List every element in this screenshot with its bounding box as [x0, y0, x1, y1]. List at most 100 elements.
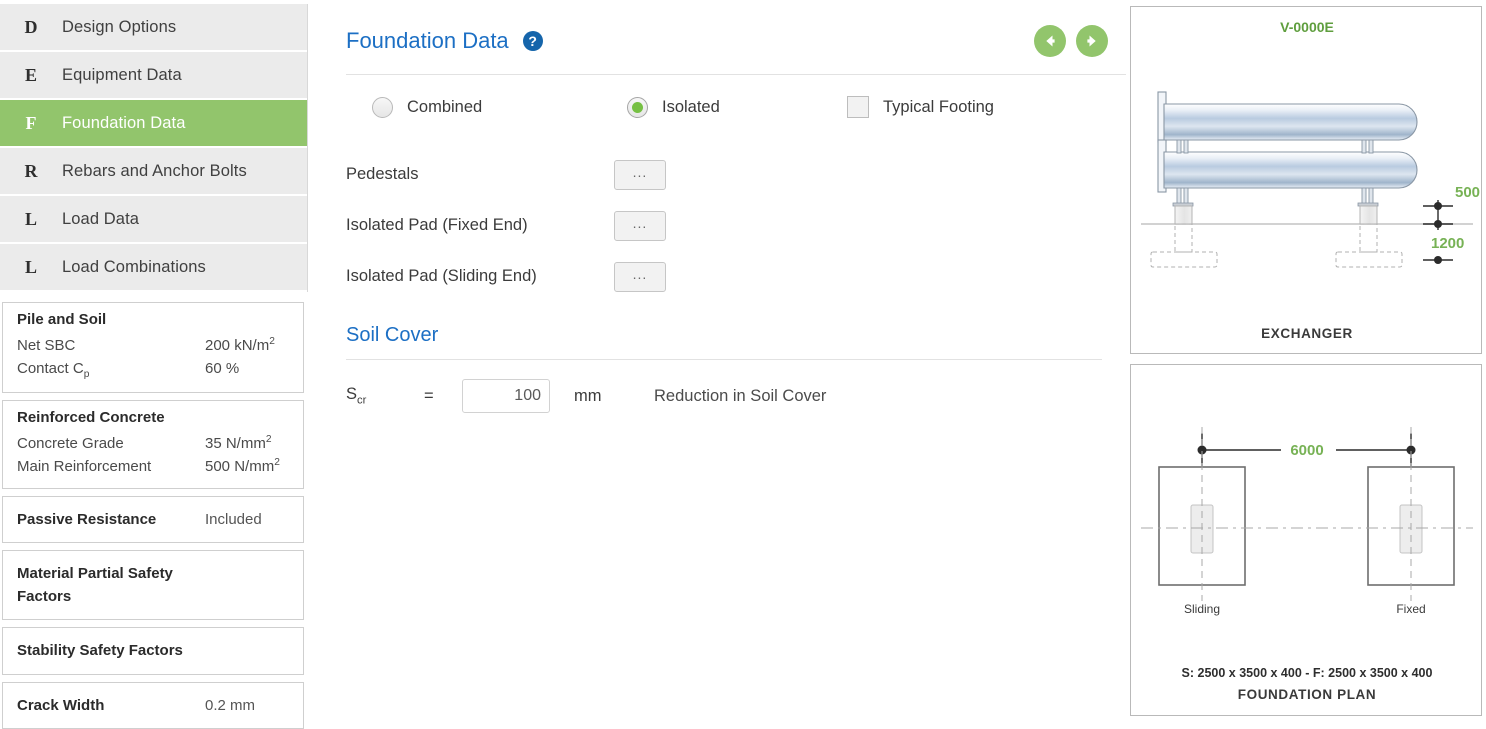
pad-label-fixed: Fixed — [1396, 602, 1425, 616]
diagram-column: V-0000E 500 1200 EXCHANGER 6000 Sliding … — [1130, 0, 1486, 723]
elevation-caption: EXCHANGER — [1261, 326, 1353, 341]
card-row: Stability Safety Factors — [17, 639, 289, 662]
radio-isolated[interactable]: Isolated — [627, 96, 847, 118]
foundation-type-options: Combined Isolated Typical Footing — [346, 75, 1126, 139]
unit-exponent: 2 — [269, 336, 275, 347]
card-title: Reinforced Concrete — [17, 409, 165, 427]
sidebar-item-rebars-and-anchor-bolts[interactable]: R Rebars and Anchor Bolts — [0, 148, 307, 196]
checkbox-square-icon — [847, 96, 869, 118]
card-row: Passive Resistance Included — [17, 508, 289, 531]
sidebar-item-design-options[interactable]: D Design Options — [0, 4, 307, 52]
sidebar-item-label: Foundation Data — [62, 113, 186, 132]
card-row-key: Material Partial Safety Factors — [17, 564, 173, 606]
card-row: Crack Width 0.2 mm — [17, 694, 289, 717]
sidebar-item-key: E — [24, 64, 37, 85]
symbol-subscript: cr — [357, 394, 367, 407]
sidebar-nav-list: D Design Options E Equipment Data F Foun… — [0, 4, 308, 292]
radio-circle-selected-icon — [627, 96, 648, 118]
card-row-key: Passive Resistance — [17, 510, 157, 528]
page-header: Foundation Data ? — [346, 0, 1126, 75]
card-row: Contact Cp 60 % — [17, 357, 289, 383]
sidebar-item-key: L — [24, 208, 37, 229]
sidebar-item-label: Equipment Data — [62, 65, 182, 84]
card-row-key: Main Reinforcement — [17, 458, 152, 476]
card-stability-safety-factors[interactable]: Stability Safety Factors — [2, 627, 304, 675]
sidebar-item-key: D — [24, 16, 38, 37]
equipment-tag: V-0000E — [1280, 19, 1334, 35]
card-row: Main Reinforcement 500 N/mm2 — [17, 455, 289, 478]
section-title-soil-cover: Soil Cover — [346, 324, 1102, 360]
isolated-pad-sliding-end-ellipsis-button[interactable]: ... — [614, 261, 666, 292]
page-title: Foundation Data — [346, 28, 509, 53]
card-row-value: 0.2 mm — [205, 696, 256, 714]
card-row-value: 500 N/mm2 — [205, 457, 280, 476]
card-crack-width[interactable]: Crack Width 0.2 mm — [2, 681, 304, 729]
key-subscript: p — [83, 369, 90, 381]
radio-isolated-label: Isolated — [662, 97, 720, 116]
sidebar-summary-cards: Pile and Soil Net SBC 200 kN/m2 Contact … — [0, 302, 308, 729]
sidebar-item-foundation-data[interactable]: F Foundation Data — [0, 100, 307, 148]
card-title: Pile and Soil — [17, 311, 107, 328]
radio-combined[interactable]: Combined — [372, 96, 627, 118]
dimension-1200: 1200 — [1431, 235, 1464, 252]
checkbox-typical-footing-label: Typical Footing — [883, 97, 994, 116]
field-label: Isolated Pad (Sliding End) — [346, 267, 537, 285]
pedestals-ellipsis-button[interactable]: ... — [614, 159, 666, 190]
card-pile-and-soil[interactable]: Pile and Soil Net SBC 200 kN/m2 Contact … — [2, 302, 304, 394]
sidebar-item-equipment-data[interactable]: E Equipment Data — [0, 52, 307, 100]
sidebar-item-label: Design Options — [62, 17, 177, 36]
equals-sign: = — [424, 386, 434, 405]
forward-arrow-icon[interactable] — [1076, 25, 1108, 57]
sidebar-item-label: Rebars and Anchor Bolts — [62, 161, 247, 180]
foundation-field-rows: Pedestals ... Isolated Pad (Fixed End) .… — [346, 149, 1126, 302]
sidebar-item-label: Load Data — [62, 209, 140, 228]
radio-combined-label: Combined — [407, 97, 483, 116]
foundation-plan-diagram[interactable]: 6000 Sliding Fixed S: 2500 x 3500 x 400 … — [1130, 364, 1482, 716]
card-row: Material Partial Safety Factors — [17, 562, 289, 609]
pad-label-sliding: Sliding — [1184, 602, 1220, 616]
field-row-isolated-pad-sliding-end: Isolated Pad (Sliding End) ... — [346, 251, 1126, 302]
soil-cover-description: Reduction in Soil Cover — [654, 386, 827, 405]
field-label: Pedestals — [346, 165, 419, 183]
radio-circle-icon — [372, 96, 393, 118]
foundation-sizes: S: 2500 x 3500 x 400 - F: 2500 x 3500 x … — [1182, 666, 1433, 680]
card-row: Net SBC 200 kN/m2 — [17, 334, 289, 357]
card-row-value: Included — [205, 510, 262, 528]
page-navigation — [1034, 25, 1126, 57]
soil-cover-unit: mm — [574, 386, 602, 405]
checkbox-typical-footing[interactable]: Typical Footing — [847, 96, 994, 118]
unit-exponent: 2 — [274, 457, 280, 469]
card-row-key: Stability Safety Factors — [17, 642, 183, 660]
card-row-key: Crack Width — [17, 696, 105, 714]
plan-caption: FOUNDATION PLAN — [1238, 687, 1377, 702]
main-content: Foundation Data ? Combined Isolated Typi… — [308, 0, 1130, 723]
card-material-partial-safety-factors[interactable]: Material Partial Safety Factors — [2, 549, 304, 621]
sidebar-item-load-data[interactable]: L Load Data — [0, 196, 307, 244]
application-window: D Design Options E Equipment Data F Foun… — [0, 0, 1486, 729]
card-reinforced-concrete[interactable]: Reinforced Concrete Concrete Grade 35 N/… — [2, 400, 304, 489]
card-row-key: Net SBC — [17, 337, 76, 354]
field-row-isolated-pad-fixed-end: Isolated Pad (Fixed End) ... — [346, 200, 1126, 251]
field-row-pedestals: Pedestals ... — [346, 149, 1126, 200]
card-row-key: Concrete Grade — [17, 435, 124, 453]
sidebar-item-load-combinations[interactable]: L Load Combinations — [0, 244, 307, 292]
dimension-500: 500 — [1455, 184, 1480, 201]
sidebar-item-label: Load Combinations — [62, 257, 206, 276]
card-row-value: 60 % — [205, 360, 240, 378]
dimension-6000: 6000 — [1290, 442, 1323, 459]
sidebar-item-key: R — [24, 160, 38, 181]
card-passive-resistance[interactable]: Passive Resistance Included — [2, 495, 304, 543]
field-label: Isolated Pad (Fixed End) — [346, 216, 528, 234]
unit-exponent: 2 — [265, 434, 272, 446]
soil-cover-input[interactable] — [462, 379, 550, 413]
back-arrow-icon[interactable] — [1034, 25, 1066, 57]
sidebar: D Design Options E Equipment Data F Foun… — [0, 0, 308, 729]
elevation-diagram[interactable]: V-0000E 500 1200 EXCHANGER — [1130, 6, 1482, 354]
sidebar-item-key: L — [24, 256, 37, 277]
question-mark-icon[interactable]: ? — [522, 31, 543, 51]
soil-cover-row: Scr = mm Reduction in Soil Cover — [346, 360, 1126, 432]
sidebar-item-key: F — [25, 112, 37, 133]
card-row: Concrete Grade 35 N/mm2 — [17, 432, 289, 455]
isolated-pad-fixed-end-ellipsis-button[interactable]: ... — [614, 210, 666, 241]
card-row-key: Contact Cp — [17, 360, 90, 381]
